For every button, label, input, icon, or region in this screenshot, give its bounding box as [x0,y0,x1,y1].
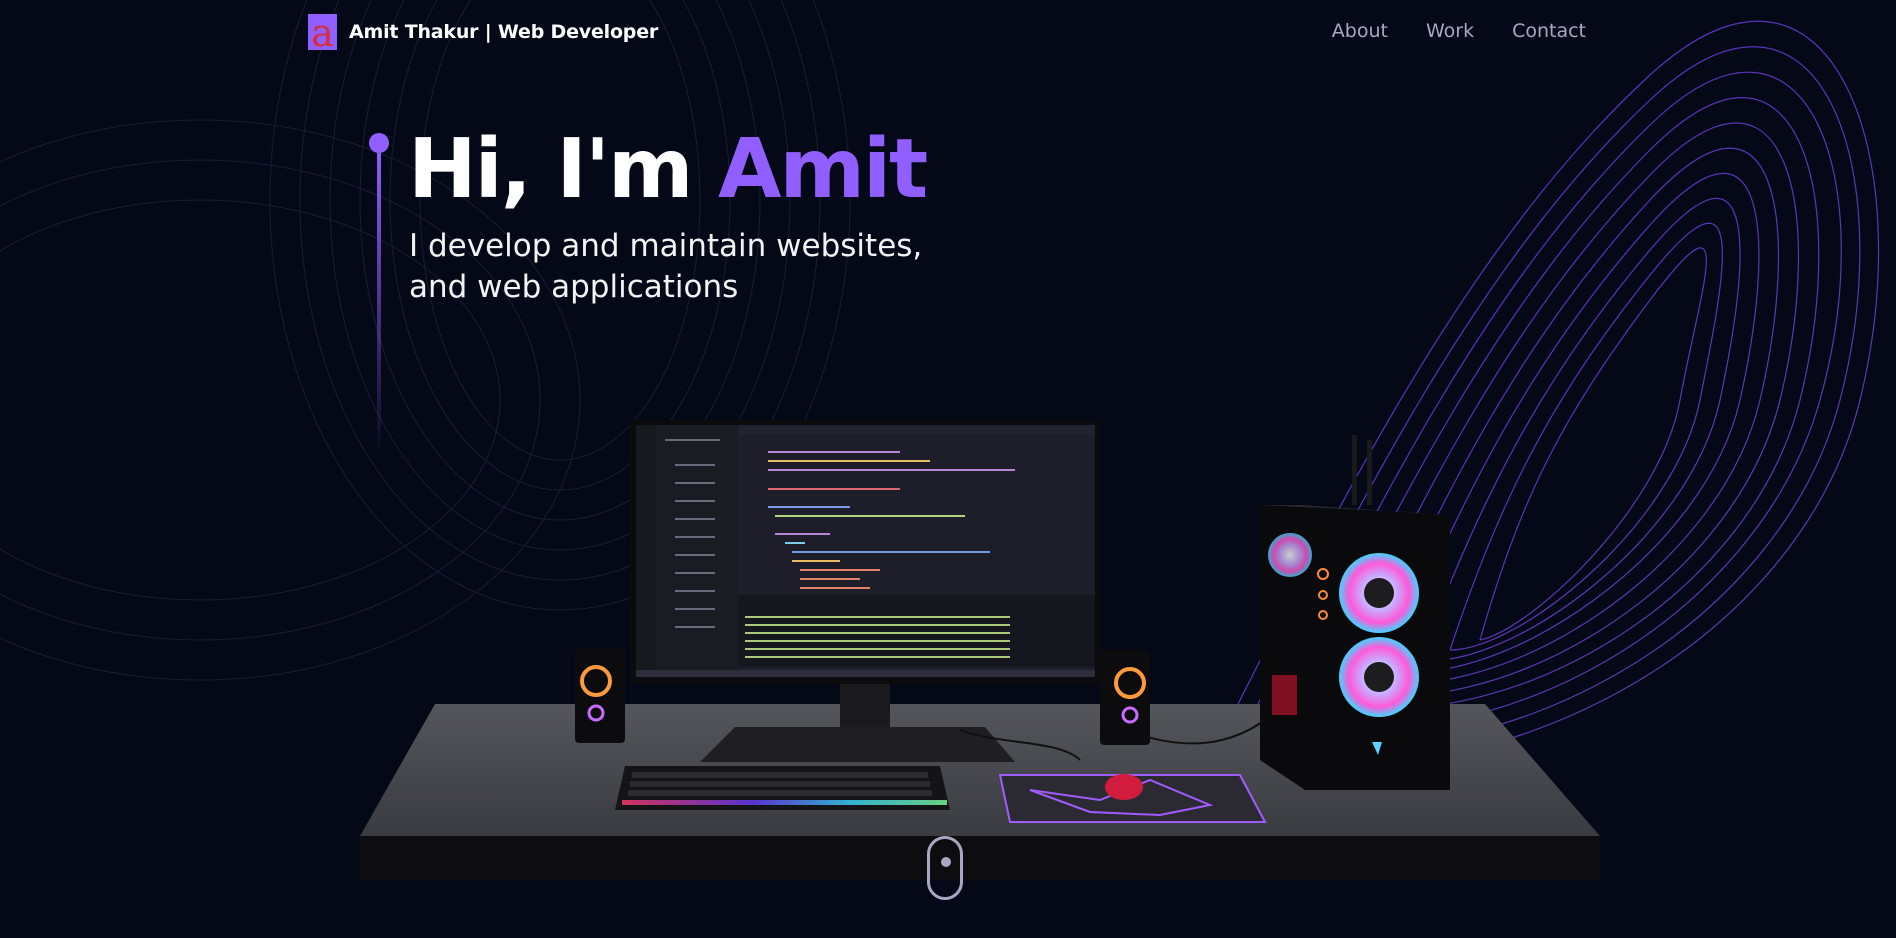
desk-front [360,836,1600,880]
scroll-dot [941,857,951,867]
mouse [1105,774,1143,800]
desktop-pc-scene[interactable] [0,0,1896,938]
monitor-stand [840,684,890,729]
scroll-indicator-icon[interactable] [927,836,963,900]
